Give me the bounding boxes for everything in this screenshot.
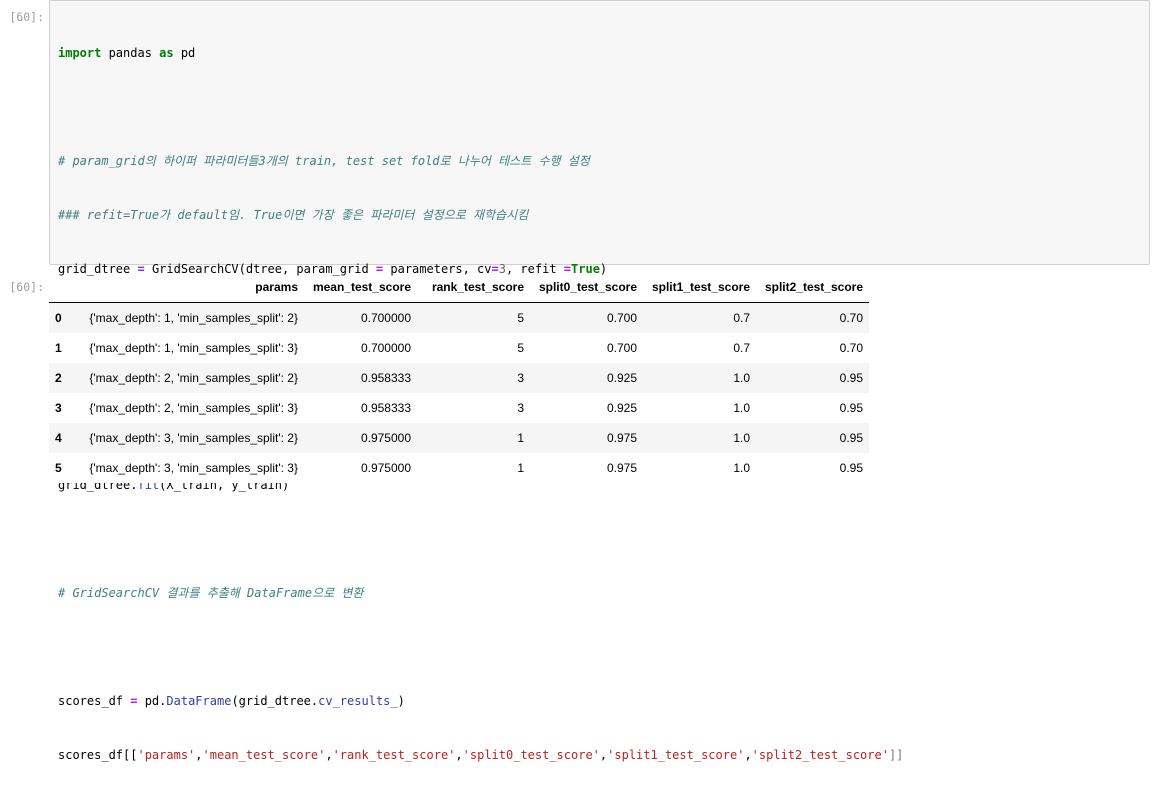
code-line-dataframe: scores_df = pd.DataFrame(grid_dtree.cv_r…	[58, 692, 903, 710]
cell-split2-test-score: 0.95	[839, 431, 863, 445]
code-token: ,	[744, 748, 752, 762]
cell-split0-test-score: 0.975	[606, 431, 637, 445]
column-header: params	[255, 280, 298, 294]
cell-split1-test-score: 1.0	[733, 401, 750, 415]
cell-split2-test-score: 0.95	[839, 371, 863, 385]
code-token: ,	[195, 748, 203, 762]
table-row: 4 {'max_depth': 3, 'min_samples_split': …	[49, 423, 869, 453]
cell-mean-test-score: 0.958333	[360, 371, 411, 385]
code-token: (grid_dtree	[231, 694, 311, 708]
string-literal: 'rank_test_score'	[332, 748, 456, 762]
keyword-as: as	[159, 46, 174, 60]
code-cell-input[interactable]: import pandas as pd # param_grid의 하이퍼 파라…	[49, 0, 1150, 762]
code-comment-2: ### refit=True가 default임. True이면 가장 좋은 파…	[58, 208, 529, 222]
cell-mean-test-score: 0.700000	[360, 341, 411, 355]
code-line-select-columns: scores_df[['params','mean_test_score','r…	[58, 746, 903, 764]
attr-cv-results: cv_results_	[318, 694, 398, 708]
table-row: 2 {'max_depth': 2, 'min_samples_split': …	[49, 363, 869, 393]
code-token: ,	[455, 748, 463, 762]
cell-split0-test-score: 0.925	[606, 401, 637, 415]
module-name: pandas	[101, 46, 160, 60]
string-literal: 'split0_test_score'	[462, 748, 600, 762]
cell-params: {'max_depth': 1, 'min_samples_split': 3}	[89, 341, 298, 355]
string-literal: 'split1_test_score'	[607, 748, 745, 762]
column-header: split0_test_score	[538, 280, 637, 294]
column-header: rank_test_score	[431, 280, 524, 294]
cell-output: params mean_test_score rank_test_score s…	[49, 272, 869, 483]
cell-params: {'max_depth': 3, 'min_samples_split': 2}	[89, 431, 298, 445]
class-dataframe: DataFrame	[166, 694, 232, 708]
code-token: ,	[325, 748, 333, 762]
cell-params: {'max_depth': 1, 'min_samples_split': 2}	[89, 311, 298, 325]
string-literal: 'split2_test_score'	[751, 748, 889, 762]
cell-split0-test-score: 0.700	[606, 341, 637, 355]
code-comment-1: # param_grid의 하이퍼 파라미터들3개의 train, test s…	[58, 154, 590, 168]
dataframe-table: params mean_test_score rank_test_score s…	[49, 272, 869, 483]
code-token: ,	[599, 748, 608, 762]
column-header: split2_test_score	[764, 280, 863, 294]
string-literal: 'params'	[137, 748, 196, 762]
code-token: )	[397, 694, 405, 708]
cell-mean-test-score: 0.975000	[360, 431, 411, 445]
cell-mean-test-score: 0.958333	[360, 401, 411, 415]
cell-split0-test-score: 0.925	[606, 371, 637, 385]
cell-split1-test-score: 0.7	[733, 341, 750, 355]
cell-split1-test-score: 1.0	[733, 431, 750, 445]
cell-rank-test-score: 5	[517, 311, 524, 325]
cell-split2-test-score: 0.70	[839, 341, 863, 355]
column-header: split1_test_score	[651, 280, 750, 294]
row-index: 0	[55, 311, 62, 325]
cell-split2-test-score: 0.95	[839, 461, 863, 475]
cell-params: {'max_depth': 2, 'min_samples_split': 3}	[89, 401, 298, 415]
cell-split0-test-score: 0.975	[606, 461, 637, 475]
cell-split0-test-score: 0.700	[606, 311, 637, 325]
string-literal: 'mean_test_score'	[202, 748, 326, 762]
cell-mean-test-score: 0.700000	[360, 311, 411, 325]
cell-params: {'max_depth': 3, 'min_samples_split': 3}	[89, 461, 298, 475]
cell-split2-test-score: 0.95	[839, 401, 863, 415]
code-token: ]]	[888, 748, 904, 762]
cell-mean-test-score: 0.975000	[360, 461, 411, 475]
cell-rank-test-score: 1	[517, 461, 524, 475]
code-line-1: import pandas as pd	[58, 44, 903, 62]
input-prompt: [60]:	[9, 10, 44, 24]
cell-rank-test-score: 5	[517, 341, 524, 355]
row-index: 1	[55, 341, 62, 355]
cell-split1-test-score: 0.7	[733, 311, 750, 325]
row-index: 2	[55, 371, 62, 385]
code-token: scores_df	[58, 694, 131, 708]
code-comment-4: # GridSearchCV 결과를 추출해 DataFrame으로 변환	[58, 586, 364, 600]
code-token: pd	[137, 694, 160, 708]
row-index: 5	[55, 461, 62, 475]
table-row: 1 {'max_depth': 1, 'min_samples_split': …	[49, 333, 869, 363]
cell-split1-test-score: 1.0	[733, 371, 750, 385]
code-token: .	[310, 694, 319, 708]
table-header-row: params mean_test_score rank_test_score s…	[49, 272, 869, 303]
cell-rank-test-score: 3	[517, 371, 524, 385]
cell-split2-test-score: 0.70	[839, 311, 863, 325]
keyword-import: import	[58, 46, 102, 60]
output-prompt: [60]:	[9, 280, 44, 294]
row-index: 3	[55, 401, 62, 415]
index-header	[49, 272, 69, 303]
code-token: scores_df[[	[58, 748, 138, 762]
column-header: mean_test_score	[312, 280, 411, 294]
table-row: 3 {'max_depth': 2, 'min_samples_split': …	[49, 393, 869, 423]
table-row: 5 {'max_depth': 3, 'min_samples_split': …	[49, 453, 869, 483]
cell-split1-test-score: 1.0	[733, 461, 750, 475]
cell-rank-test-score: 1	[517, 431, 524, 445]
cell-params: {'max_depth': 2, 'min_samples_split': 2}	[89, 371, 298, 385]
code-token: .	[159, 694, 167, 708]
module-alias: pd	[173, 46, 196, 60]
table-row: 0 {'max_depth': 1, 'min_samples_split': …	[49, 302, 869, 333]
row-index: 4	[55, 431, 62, 445]
cell-rank-test-score: 3	[517, 401, 524, 415]
operator: =	[130, 694, 138, 708]
